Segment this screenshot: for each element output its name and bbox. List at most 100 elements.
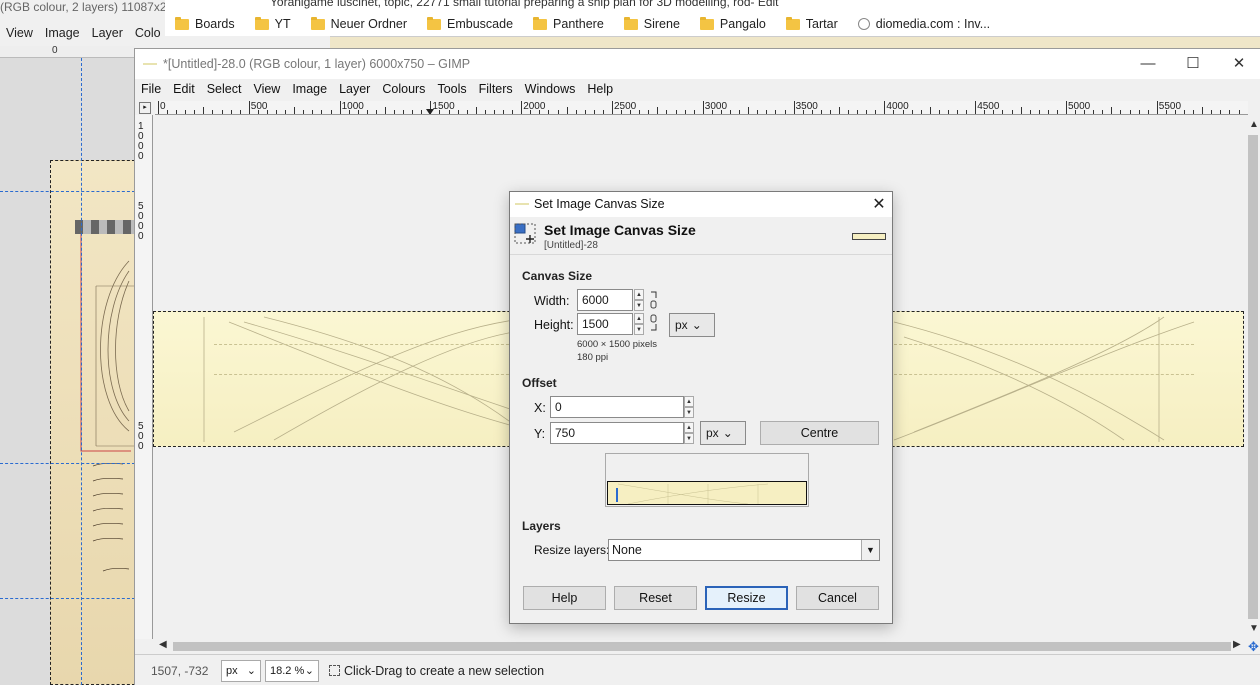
height-input[interactable]: 1500 xyxy=(577,313,633,335)
offset-y-spin-buttons[interactable]: ▲ ▼ xyxy=(684,422,694,444)
ruler-tick xyxy=(394,110,396,114)
ruler-tick xyxy=(675,110,677,114)
menu-image[interactable]: Image xyxy=(286,79,333,101)
menu-file[interactable]: File xyxy=(135,79,167,101)
width-input[interactable]: 6000 xyxy=(577,289,633,311)
menu-tools[interactable]: Tools xyxy=(431,79,472,101)
offset-y-label: Y: xyxy=(534,427,546,441)
dialog-titlebar[interactable]: Set Image Canvas Size ✕ xyxy=(510,192,892,217)
ruler-tick xyxy=(684,110,686,114)
offset-x-input[interactable]: 0 xyxy=(550,396,684,418)
ruler-tick xyxy=(503,110,505,114)
navigate-icon[interactable]: ✥ xyxy=(1248,639,1259,655)
bookmark-boards[interactable]: Boards xyxy=(165,16,245,31)
ruler-tick xyxy=(820,110,822,114)
layers-section-label: Layers xyxy=(522,519,561,533)
reset-button[interactable]: Reset xyxy=(614,586,697,610)
close-icon[interactable]: ✕ xyxy=(1221,53,1257,75)
browser-tab-strip: Yoranigame luscinet, topic, 22771 small … xyxy=(165,0,1260,12)
menu-filters[interactable]: Filters xyxy=(473,79,519,101)
help-button[interactable]: Help xyxy=(523,586,606,610)
minimize-icon[interactable]: — xyxy=(1130,53,1166,75)
guide-line xyxy=(0,191,135,192)
menu-windows[interactable]: Windows xyxy=(519,79,582,101)
horizontal-scroll-thumb[interactable] xyxy=(173,642,1231,651)
menu-layer[interactable]: Layer xyxy=(333,79,376,101)
horizontal-scrollbar[interactable]: ◀ ▶ xyxy=(155,639,1245,653)
ruler-tick xyxy=(239,110,241,114)
menu-colours[interactable]: Colours xyxy=(376,79,431,101)
ruler-tick-label: 5000 xyxy=(1068,101,1091,112)
scroll-left-icon[interactable]: ◀ xyxy=(159,639,167,650)
bg-menu-layer[interactable]: Layer xyxy=(86,24,129,44)
horizontal-ruler[interactable]: 0 500 1000 1500 2000 2500 3000 3500 4000 4500 5000… xyxy=(155,101,1248,115)
resize-layers-value: None xyxy=(612,543,642,557)
offset-x-spin-buttons[interactable]: ▲ ▼ xyxy=(684,396,694,418)
dialog-heading: Set Image Canvas Size xyxy=(544,222,696,238)
ruler-tick xyxy=(548,110,550,114)
menu-view[interactable]: View xyxy=(247,79,286,101)
ruler-tick xyxy=(757,110,759,114)
ruler-tick xyxy=(866,110,868,114)
bg-menu-view[interactable]: View xyxy=(0,24,39,44)
vertical-ruler[interactable]: 10005000500 xyxy=(135,115,153,639)
gimp-window-icon xyxy=(143,63,157,65)
chevron-down-icon: ▼ xyxy=(861,540,879,560)
ruler-tick xyxy=(167,110,169,114)
unit-selector[interactable]: px ⌄ xyxy=(221,659,261,682)
menu-edit[interactable]: Edit xyxy=(167,79,201,101)
quick-mask-toggle-icon[interactable]: ▸ xyxy=(139,102,151,114)
ruler-tick xyxy=(648,110,650,114)
resolution-info: 180 ppi xyxy=(577,352,609,363)
close-icon[interactable]: ✕ xyxy=(868,194,890,216)
ruler-tick xyxy=(1056,110,1058,114)
ruler-tick xyxy=(303,110,305,114)
vertical-ruler-label: 0 xyxy=(138,151,144,162)
menu-select[interactable]: Select xyxy=(201,79,248,101)
bookmark-sirene[interactable]: Sirene xyxy=(614,16,690,31)
vertical-scroll-thumb[interactable] xyxy=(1248,135,1258,619)
bookmark-diomedia[interactable]: diomedia.com : Inv... xyxy=(848,17,1000,31)
bg-menu-colours[interactable]: Colo xyxy=(129,24,167,44)
bg-menu-image[interactable]: Image xyxy=(39,24,86,44)
resize-button[interactable]: Resize xyxy=(705,586,788,610)
cancel-button[interactable]: Cancel xyxy=(796,586,879,610)
offset-unit-combo[interactable]: px ⌄ xyxy=(700,421,746,445)
scroll-right-icon[interactable]: ▶ xyxy=(1233,639,1241,650)
scroll-up-icon[interactable]: ▲ xyxy=(1249,119,1259,130)
chain-link-icon[interactable] xyxy=(650,291,658,331)
offset-preview-area[interactable] xyxy=(605,453,809,507)
ruler-tick xyxy=(693,110,695,114)
width-spin-buttons[interactable]: ▲ ▼ xyxy=(634,289,644,311)
ruler-tick xyxy=(1011,110,1013,114)
window-titlebar[interactable]: *[Untitled]-28.0 (RGB colour, 1 layer) 6… xyxy=(135,49,1260,79)
ruler-tick xyxy=(248,101,250,114)
pixel-dimensions-info: 6000 × 1500 pixels xyxy=(577,339,658,350)
offset-y-input[interactable]: 750 xyxy=(550,422,684,444)
vertical-scrollbar[interactable]: ▲ ▼ xyxy=(1245,115,1260,639)
bookmark-embuscade[interactable]: Embuscade xyxy=(417,16,523,31)
canvas-unit-combo[interactable]: px ⌄ xyxy=(669,313,715,337)
ruler-tick xyxy=(739,110,741,114)
ruler-tick xyxy=(1020,107,1022,114)
bookmark-neuer-ordner[interactable]: Neuer Ordner xyxy=(301,16,417,31)
ruler-tick xyxy=(276,110,278,114)
menu-help[interactable]: Help xyxy=(581,79,619,101)
ruler-tick xyxy=(1002,110,1004,114)
ruler-tick xyxy=(1229,110,1231,114)
bookmark-yt[interactable]: YT xyxy=(245,16,301,31)
bookmark-tartar[interactable]: Tartar xyxy=(776,16,848,31)
zoom-selector[interactable]: 18.2 % ⌄ xyxy=(265,659,319,682)
bookmark-pangalo[interactable]: Pangalo xyxy=(690,16,776,31)
scroll-down-icon[interactable]: ▼ xyxy=(1249,623,1259,634)
set-canvas-size-dialog: Set Image Canvas Size ✕ Set Image Canvas… xyxy=(509,191,893,624)
resize-layers-select[interactable]: None ▼ xyxy=(608,539,880,561)
browser-tab-text[interactable]: Yoranigame luscinet, topic, 22771 small … xyxy=(270,0,779,9)
bookmark-panthere[interactable]: Panthere xyxy=(523,16,614,31)
ruler-tick xyxy=(848,110,850,114)
pointer-coordinates: 1507, -732 xyxy=(151,663,209,678)
background-canvas[interactable] xyxy=(0,58,135,685)
maximize-icon[interactable]: ☐ xyxy=(1175,53,1211,75)
height-spin-buttons[interactable]: ▲ ▼ xyxy=(634,313,644,335)
centre-button[interactable]: Centre xyxy=(760,421,879,445)
